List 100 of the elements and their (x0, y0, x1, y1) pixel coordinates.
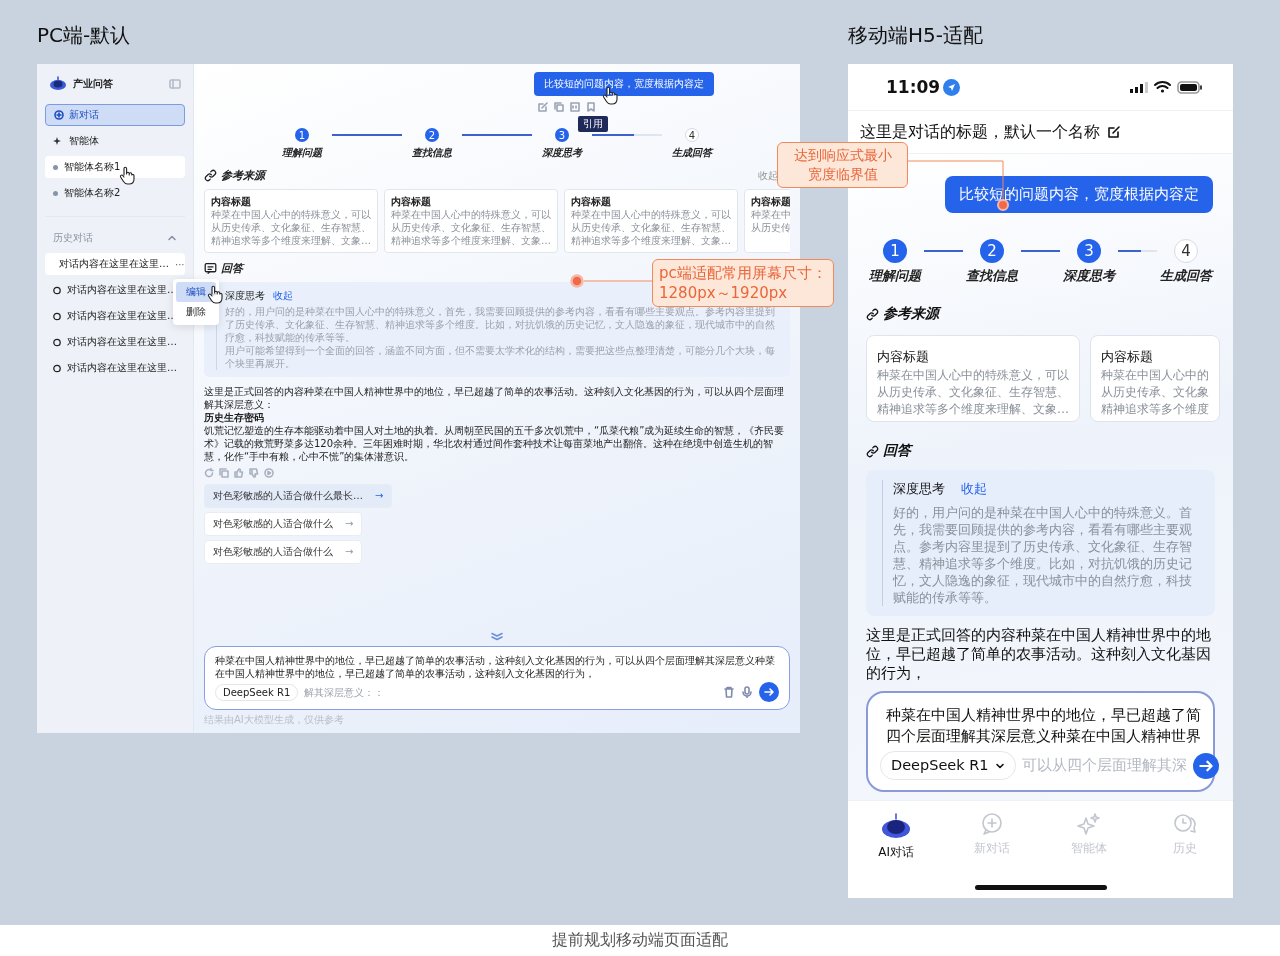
annotation-text: 1280px～1920px (659, 283, 789, 303)
tab-item[interactable]: AI对话 (848, 811, 945, 885)
suggestion-item[interactable]: 对色彩敏感的人适合做什么 → (204, 540, 363, 564)
plus-chat-icon[interactable] (980, 812, 1005, 836)
sparkle-icon[interactable] (1076, 812, 1101, 836)
step-number: 1 (295, 128, 309, 142)
section-title: 参考来源 (221, 168, 265, 183)
question-bubble: 比较短的问题内容，宽度根据内容定 (945, 176, 1213, 213)
card-text-line: 精神追求等多个维度来理解、文象… (211, 234, 371, 247)
more-button[interactable]: ··· (175, 258, 185, 270)
sidebar-toggle-icon[interactable] (169, 79, 181, 89)
answer-heading: 历史生存密码 (204, 411, 265, 424)
trash-icon[interactable] (723, 686, 735, 698)
step-number: 4 (1173, 239, 1198, 263)
step-number: 4 (685, 128, 699, 142)
link-icon (866, 307, 879, 321)
card-title: 内容标题 (877, 348, 930, 365)
card-text-line: 从历史传承、文化象征、生存智慧、 (211, 221, 371, 234)
step-number: 2 (425, 128, 439, 142)
step-label: 查找信息 (412, 146, 452, 160)
section-title: 回答 (221, 261, 243, 276)
chat-history-icon[interactable] (1172, 812, 1197, 836)
answer-text: 这里是正式回答的内容种菜在中国人精神世界中的地位，早已超越了简单的农事活动。这种刻入文化基因的行为， (866, 626, 1212, 683)
source-card[interactable]: 内容标题 种菜在中国人心中的特殊意义，可以 从历史传承、文化象征、生存智慧、 精神追求等多个维度来理解、文象… (564, 189, 738, 253)
answer-text: 饥荒记忆塑造的生存本能驱动着中国人对土地的执着。从周朝至民国的五千多次饥荒中，“瓜菜代粮”成为延续生命的智慧，《齐民要术》记载的救荒野菜多达120余种。三年困难时期，华北农村通过间作套种技术让每亩菜地产出翻倍。这种在绝境中创造生机的智慧，化作“手中有粮，心中不慌”的集体潜意识。 (204, 424, 786, 463)
tooltip: 引用 (578, 116, 608, 132)
agent-item[interactable]: 智能体名称2 (45, 182, 185, 204)
collapse-link[interactable]: 收起 (961, 480, 987, 498)
section-title: 回答 (883, 442, 911, 460)
sparkle-icon (53, 136, 63, 146)
marker-dot (997, 199, 1009, 211)
card-title: 内容标题 (751, 195, 790, 208)
section-label: 历史对话 (53, 231, 93, 245)
source-card[interactable]: 内容标题 种菜在中国人心中的特殊意义，可以 从历史传承、文化象征、生存智慧、 精神追求等多个维度来理解、文象… (204, 189, 378, 253)
section-heading: PC端-默认 (37, 22, 132, 49)
history-item[interactable]: 对话内容在这里在这里… (45, 357, 185, 379)
card-text-line: 从历史传承、文化象征、生存智慧、 (391, 221, 551, 234)
card-text-line: 种菜在中国人心中的特殊意义，可以 (571, 208, 731, 221)
card-title: 内容标题 (391, 195, 432, 208)
card-text-line: 精神追求等多个维度来理解、文象… (877, 401, 1069, 418)
copy-icon[interactable] (554, 102, 564, 112)
card-title: 内容标题 (1101, 348, 1154, 365)
double-chevron-down-icon[interactable] (490, 632, 504, 641)
new-chat-button[interactable]: 新对话 (45, 104, 185, 126)
source-card[interactable]: 内容标题 种菜在中 从历史传 (744, 189, 790, 253)
agents-item[interactable]: 智能体 (45, 130, 185, 152)
step-label: 深度思考 (542, 146, 582, 160)
card-text-line: 精神追求等多个维度 (1101, 401, 1209, 418)
hand-cursor-icon (119, 166, 135, 185)
bookmark-icon[interactable] (586, 102, 596, 112)
step-number: 3 (555, 128, 569, 142)
card-text-line: 从历史传 (751, 221, 790, 234)
edit-icon[interactable] (1108, 126, 1120, 138)
suggestion-item[interactable]: 对色彩敏感的人适合做什么最长… → (204, 484, 393, 508)
thumbs-down-icon[interactable] (249, 468, 259, 478)
card-text-line: 精神追求等多个维度来理解、文象… (391, 234, 551, 247)
answer-icon (866, 444, 879, 458)
source-card[interactable]: 内容标题 种菜在中国人心中的 从历史传承、文化象 精神追求等多个维度 (1090, 335, 1220, 422)
answer-text: 这里是正式回答的内容种菜在中国人精神世界中的地位，早已超越了简单的农事活动。这种刻入文化基因的行为，可以从四个层面理解其深层意义： (204, 385, 785, 411)
send-button[interactable] (1192, 752, 1219, 779)
send-button[interactable] (759, 682, 779, 702)
conversation-title: 这里是对话的标题，默认一个名称 (860, 121, 1100, 143)
source-card[interactable]: 内容标题 种菜在中国人心中的特殊意义，可以 从历史传承、文化象征、生存智慧、 精神追求等多个维度来理解、文象… (866, 335, 1080, 422)
menu-item[interactable]: 编辑 (176, 282, 216, 302)
input-text: 种菜在中国人精神世界中的地位，早已超越了简单的农事活动，这种刻入文化基因的行为，可以从四个层面理解其深层意义种菜在中国人精神世界中的地位，早已超越了简单的农事活动，这种刻入文化基因的行为， (215, 654, 776, 680)
source-card[interactable]: 内容标题 种菜在中国人心中的特殊意义，可以 从历史传承、文化象征、生存智慧、 精神追求等多个维度来理解、文象… (384, 189, 558, 253)
caption: 提前规划移动端页面适配 (0, 925, 1280, 956)
annotation-text: 宽度临界值 (807, 165, 878, 184)
refresh-icon[interactable] (204, 468, 214, 478)
link-icon (204, 169, 217, 182)
card-text-line: 种菜在中 (751, 208, 790, 221)
input-text: 可以从四个层面理解其深 (1021, 756, 1187, 775)
thumbs-up-icon[interactable] (234, 468, 244, 478)
step-label: 生成回答 (1159, 267, 1212, 285)
robot-icon[interactable] (881, 812, 912, 840)
microphone-icon[interactable] (741, 686, 753, 698)
app-name: 产业问答 (73, 77, 114, 91)
card-text-line: 种菜在中国人心中的特殊意义，可以 (211, 208, 371, 221)
message-input[interactable]: 种菜在中国人精神世界中的地位，早已超越了简单的农事活动，这种刻入文化基因的行为，可以从四个层面理解其深层意义种菜在中国人精神世界中的地位，早已超越了简单的农事活动，这种刻入文化基因的行为， DeepSeek R1 解其深层意义：： (204, 646, 790, 710)
section-heading: 移动端H5-适配 (848, 22, 984, 49)
history-item[interactable]: 对话内容在这里在这里… ··· (45, 253, 185, 275)
thinking-text: 好的，用户问的是种菜在中国人心中的特殊意义，首先，我需要回顾提供的参考内容，看看有哪些主要观点。参考内容里提到了历史传承、文化象征、生存智慧、精神追求等多个维度。比如，对抗饥饿的历史记忆，文人隐逸的象征，现代城市中的自然疗愈，科技赋能的传承等等。 (225, 305, 776, 344)
agent-item[interactable]: 智能体名称1 (45, 156, 185, 178)
play-icon[interactable] (264, 468, 274, 478)
thinking-label: 深度思考 (225, 289, 265, 302)
history-item[interactable]: 对话内容在这里在这里… (45, 331, 185, 353)
model-selector[interactable]: DeepSeek R1 (215, 683, 299, 701)
plus-circle-icon (54, 110, 64, 120)
card-text-line: 从历史传承、文化象征、生存智慧、 (571, 221, 731, 234)
signal-icon (1130, 81, 1148, 93)
suggestion-item[interactable]: 对色彩敏感的人适合做什么 → (204, 512, 363, 536)
step-label: 深度思考 (1062, 267, 1115, 285)
card-text-line: 种菜在中国人心中的特殊意义，可以 (391, 208, 551, 221)
model-selector[interactable]: DeepSeek R1 (880, 751, 1016, 780)
step-label: 理解问题 (282, 146, 322, 160)
card-title: 内容标题 (211, 195, 252, 208)
copy-icon[interactable] (219, 468, 229, 478)
collapse-link[interactable]: 收起 (273, 289, 293, 302)
quote-icon[interactable] (570, 102, 580, 112)
input-text: 四个层面理解其深层意义种菜在中国人精神世界 (886, 727, 1201, 746)
